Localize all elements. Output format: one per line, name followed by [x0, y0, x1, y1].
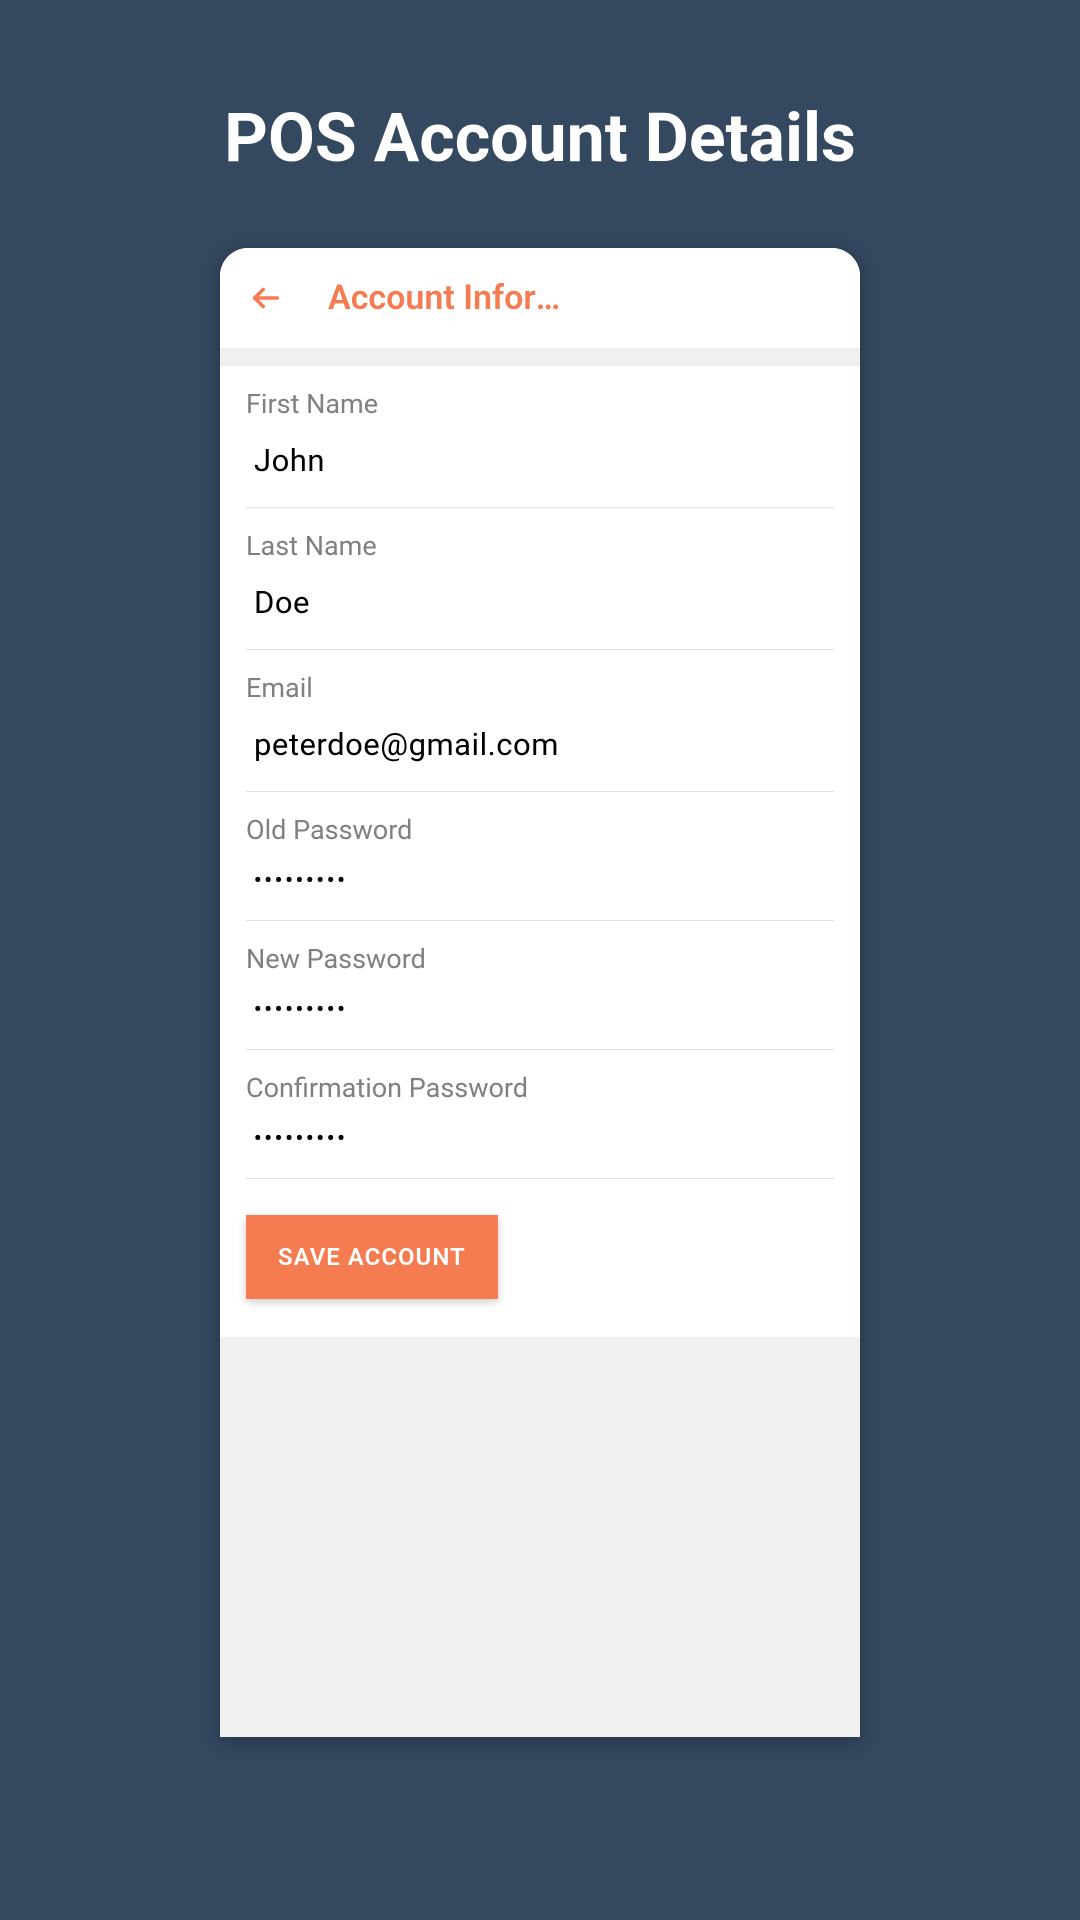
email-input[interactable] [246, 722, 834, 767]
header-divider [220, 348, 860, 366]
app-header: Account Informat… [220, 248, 860, 348]
new-password-label: New Password [246, 943, 834, 975]
last-name-field-group: Last Name [246, 508, 834, 650]
account-form: First Name Last Name Email Old Password … [220, 366, 860, 1337]
last-name-label: Last Name [246, 530, 834, 562]
first-name-field-group: First Name [246, 366, 834, 508]
phone-frame: Account Informat… First Name Last Name E… [220, 248, 860, 1737]
bottom-empty-area [220, 1337, 860, 1737]
first-name-input[interactable] [246, 438, 834, 483]
confirm-password-label: Confirmation Password [246, 1072, 834, 1104]
email-field-group: Email [246, 650, 834, 792]
last-name-input[interactable] [246, 580, 834, 625]
confirm-password-field-group: Confirmation Password [246, 1050, 834, 1179]
new-password-input[interactable] [246, 993, 834, 1025]
first-name-label: First Name [246, 388, 834, 420]
new-password-field-group: New Password [246, 921, 834, 1050]
confirm-password-input[interactable] [246, 1122, 834, 1154]
old-password-input[interactable] [246, 864, 834, 896]
back-arrow-icon[interactable] [248, 280, 284, 316]
email-label: Email [246, 672, 834, 704]
page-title: POS Account Details [0, 0, 1080, 248]
save-account-button[interactable]: SAVE ACCOUNT [246, 1215, 498, 1299]
old-password-label: Old Password [246, 814, 834, 846]
old-password-field-group: Old Password [246, 792, 834, 921]
app-header-title: Account Informat… [328, 278, 588, 318]
